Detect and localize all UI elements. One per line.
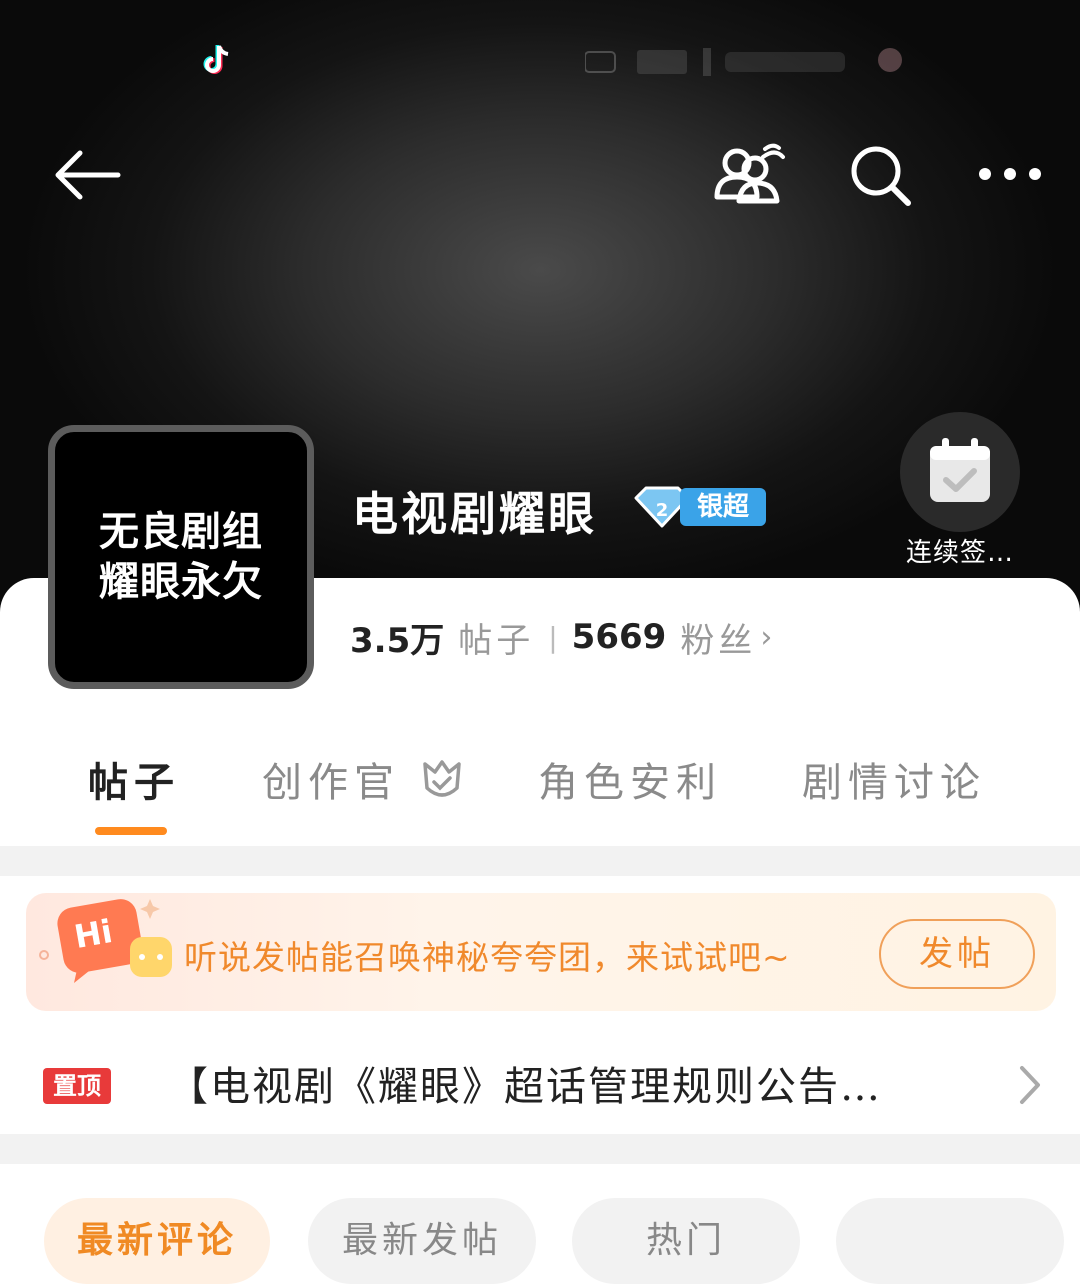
fans-count: 5669 xyxy=(571,617,667,657)
tab-creator-label: 创作官 xyxy=(262,760,400,806)
signin-label: 连续签… xyxy=(905,538,1014,568)
stat-separator: | xyxy=(548,620,558,654)
avatar-text-line2: 耀眼永欠 xyxy=(99,559,263,605)
posts-count: 3.5万 xyxy=(350,620,445,661)
creator-badge-icon xyxy=(422,760,461,797)
create-post-button[interactable]: 发帖 xyxy=(879,919,1035,989)
topic-title: 电视剧耀眼 xyxy=(352,487,597,541)
topic-avatar: 无良剧组 耀眼永欠 xyxy=(48,425,314,689)
status-bar xyxy=(0,30,1080,90)
tab-plot-discussion[interactable]: 剧情讨论 xyxy=(802,750,986,820)
filter-latest-comment[interactable]: 最新评论 xyxy=(44,1198,270,1284)
svg-text:2: 2 xyxy=(656,500,669,521)
pinned-post[interactable]: 置顶 【电视剧《耀眼》超话管理规则公告… xyxy=(0,1040,1080,1130)
filter-chips: 最新评论 最新发帖 热门 xyxy=(0,1198,1080,1284)
active-tab-indicator xyxy=(95,827,167,835)
tiktok-icon xyxy=(203,45,229,74)
filter-hot[interactable]: 热门 xyxy=(572,1198,800,1284)
more-button[interactable] xyxy=(965,135,1055,215)
group-chat-button[interactable] xyxy=(705,135,795,215)
user-group-icon xyxy=(714,143,785,204)
filter-latest-post[interactable]: 最新发帖 xyxy=(308,1198,536,1284)
topic-stats[interactable]: 3.5万 帖子 | 5669 粉丝 › xyxy=(350,612,772,662)
arrow-left-icon xyxy=(55,150,121,200)
avatar-text-line1: 无良剧组 xyxy=(99,509,263,555)
pinned-badge: 置顶 xyxy=(43,1068,111,1104)
calendar-check-icon xyxy=(930,438,990,502)
chat-bubble-icon: Hi xyxy=(39,899,172,983)
tab-bar: 帖子 创作官 角色安利 剧情讨论 xyxy=(0,750,1080,840)
level-badge[interactable]: 2 银超 xyxy=(632,484,766,530)
search-button[interactable] xyxy=(840,135,920,215)
chevron-right-icon xyxy=(1020,1066,1040,1104)
pinned-post-title: 【电视剧《耀眼》超话管理规则公告… xyxy=(168,1064,882,1110)
chevron-right-icon: › xyxy=(760,619,773,655)
filter-more[interactable] xyxy=(836,1198,1064,1284)
tab-creator[interactable]: 创作官 xyxy=(262,750,465,820)
bubble-text: Hi xyxy=(71,912,115,956)
section-divider-2 xyxy=(0,1134,1080,1164)
level-badge-label: 银超 xyxy=(680,488,766,526)
promo-text: 听说发帖能召唤神秘夸夸团，来试试吧~ xyxy=(184,938,791,977)
back-button[interactable] xyxy=(48,140,128,210)
post-promo-banner: Hi 听说发帖能召唤神秘夸夸团，来试试吧~ 发帖 xyxy=(26,893,1056,1011)
fans-label: 粉丝 xyxy=(680,620,757,661)
posts-label: 帖子 xyxy=(458,620,535,661)
tab-posts[interactable]: 帖子 xyxy=(88,750,180,820)
search-icon xyxy=(851,146,911,206)
more-dots-icon xyxy=(979,168,1041,180)
section-divider xyxy=(0,846,1080,876)
status-indicators xyxy=(585,48,902,76)
signin-button[interactable] xyxy=(900,412,1020,532)
tab-character-recommend[interactable]: 角色安利 xyxy=(538,750,722,820)
